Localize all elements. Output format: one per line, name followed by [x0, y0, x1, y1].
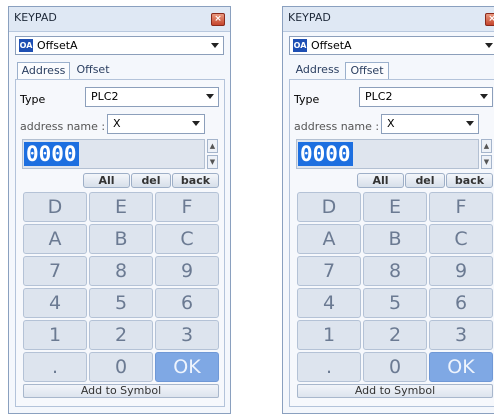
- ok-key[interactable]: OK: [155, 352, 219, 382]
- chevron-up-icon: ▲: [483, 142, 490, 150]
- key-4[interactable]: 4: [23, 288, 87, 318]
- chevron-down-icon: [206, 94, 214, 99]
- key-7[interactable]: 7: [23, 256, 87, 286]
- key-b[interactable]: B: [363, 224, 427, 254]
- key-6[interactable]: 6: [429, 288, 493, 318]
- device-label: OffsetA: [37, 39, 78, 52]
- key-f[interactable]: F: [429, 192, 493, 222]
- key-d[interactable]: D: [297, 192, 361, 222]
- device-dropdown[interactable]: OA OffsetA: [289, 36, 494, 55]
- spin-down-button[interactable]: ▼: [207, 155, 218, 169]
- tab-address[interactable]: Address: [17, 62, 70, 79]
- address-name-value: X: [113, 117, 121, 130]
- key-0[interactable]: 0: [363, 352, 427, 382]
- address-name-value: X: [387, 117, 395, 130]
- key-2[interactable]: 2: [89, 320, 153, 350]
- offset-address-icon: OA: [19, 39, 33, 52]
- chevron-down-icon: ▼: [483, 158, 490, 166]
- close-button[interactable]: ×: [211, 13, 225, 26]
- key-d[interactable]: D: [23, 192, 87, 222]
- key-b[interactable]: B: [89, 224, 153, 254]
- address-name-select[interactable]: X: [381, 114, 479, 134]
- key-5[interactable]: 5: [89, 288, 153, 318]
- title-bar: KEYPAD ×: [283, 7, 494, 32]
- key-5[interactable]: 5: [363, 288, 427, 318]
- address-name-label: address name :: [294, 120, 380, 133]
- type-select[interactable]: PLC2: [359, 87, 493, 107]
- key-2[interactable]: 2: [363, 320, 427, 350]
- key-dot[interactable]: .: [23, 352, 87, 382]
- all-button[interactable]: All: [357, 173, 404, 188]
- value-spinner: ▲ ▼: [481, 139, 492, 169]
- del-button[interactable]: del: [131, 173, 171, 188]
- keypad-window-1: KEYPAD × OA OffsetA Address Offset Type …: [8, 6, 231, 414]
- address-name-label: address name :: [20, 120, 106, 133]
- value-display[interactable]: 0000: [22, 139, 205, 169]
- chevron-down-icon: [211, 43, 219, 48]
- key-7[interactable]: 7: [297, 256, 361, 286]
- chevron-down-icon: ▼: [209, 158, 216, 166]
- key-9[interactable]: 9: [429, 256, 493, 286]
- display-value: 0000: [298, 142, 353, 166]
- keypad-window-2: KEYPAD × OA OffsetA Address Offset Type …: [282, 6, 494, 414]
- device-label: OffsetA: [311, 39, 352, 52]
- address-name-select[interactable]: X: [107, 114, 205, 134]
- type-select[interactable]: PLC2: [85, 87, 219, 107]
- key-0[interactable]: 0: [89, 352, 153, 382]
- back-button[interactable]: back: [446, 173, 493, 188]
- type-label: Type: [294, 93, 320, 106]
- chevron-down-icon: [480, 94, 488, 99]
- key-dot[interactable]: .: [297, 352, 361, 382]
- key-f[interactable]: F: [155, 192, 219, 222]
- close-icon: ×: [214, 14, 222, 24]
- tab-offset[interactable]: Offset: [71, 62, 115, 79]
- display-value: 0000: [24, 142, 79, 166]
- key-8[interactable]: 8: [363, 256, 427, 286]
- spin-up-button[interactable]: ▲: [207, 139, 218, 153]
- key-6[interactable]: 6: [155, 288, 219, 318]
- offset-address-icon: OA: [293, 39, 307, 52]
- key-3[interactable]: 3: [429, 320, 493, 350]
- key-e[interactable]: E: [89, 192, 153, 222]
- key-1[interactable]: 1: [297, 320, 361, 350]
- key-a[interactable]: A: [23, 224, 87, 254]
- spin-down-button[interactable]: ▼: [481, 155, 492, 169]
- key-c[interactable]: C: [429, 224, 493, 254]
- chevron-down-icon: [485, 43, 493, 48]
- close-icon: ×: [488, 14, 494, 24]
- del-button[interactable]: del: [405, 173, 445, 188]
- all-button[interactable]: All: [83, 173, 130, 188]
- key-3[interactable]: 3: [155, 320, 219, 350]
- chevron-up-icon: ▲: [209, 142, 216, 150]
- chevron-down-icon: [192, 121, 200, 126]
- spin-up-button[interactable]: ▲: [481, 139, 492, 153]
- type-label: Type: [20, 93, 46, 106]
- value-display[interactable]: 0000: [296, 139, 479, 169]
- tab-offset[interactable]: Offset: [345, 62, 389, 79]
- add-to-symbol-button[interactable]: Add to Symbol: [23, 384, 219, 398]
- value-spinner: ▲ ▼: [207, 139, 218, 169]
- type-value: PLC2: [365, 90, 393, 103]
- chevron-down-icon: [466, 121, 474, 126]
- type-value: PLC2: [91, 90, 119, 103]
- tab-address[interactable]: Address: [291, 62, 344, 79]
- key-1[interactable]: 1: [23, 320, 87, 350]
- window-title: KEYPAD: [14, 11, 57, 24]
- title-bar: KEYPAD ×: [9, 7, 230, 32]
- ok-key[interactable]: OK: [429, 352, 493, 382]
- close-button[interactable]: ×: [485, 13, 494, 26]
- key-9[interactable]: 9: [155, 256, 219, 286]
- key-c[interactable]: C: [155, 224, 219, 254]
- key-a[interactable]: A: [297, 224, 361, 254]
- key-4[interactable]: 4: [297, 288, 361, 318]
- add-to-symbol-button[interactable]: Add to Symbol: [297, 384, 493, 398]
- key-e[interactable]: E: [363, 192, 427, 222]
- key-8[interactable]: 8: [89, 256, 153, 286]
- device-dropdown[interactable]: OA OffsetA: [15, 36, 224, 55]
- window-title: KEYPAD: [288, 11, 331, 24]
- back-button[interactable]: back: [172, 173, 219, 188]
